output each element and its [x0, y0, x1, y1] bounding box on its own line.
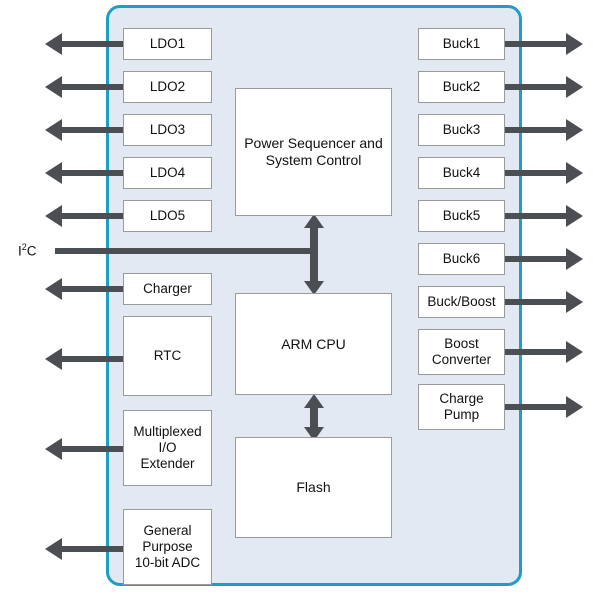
arrow-head-gp-adc — [45, 538, 62, 560]
arrow-head-buck3 — [566, 119, 583, 141]
arrow-shaft-buck5 — [504, 213, 566, 219]
arrow-head-ldo2 — [45, 76, 62, 98]
arrow-shaft-ldo1 — [62, 41, 124, 47]
block-ldo4-label: LDO4 — [149, 165, 186, 181]
arrow-shaft-ldo4 — [62, 170, 124, 176]
block-buck4[interactable]: Buck4 — [418, 157, 505, 189]
arrow-shaft-buck2 — [504, 84, 566, 90]
block-buck5[interactable]: Buck5 — [418, 200, 505, 232]
block-buck6[interactable]: Buck6 — [418, 243, 505, 275]
arrow-shaft-charger — [62, 286, 124, 292]
arrow-head-buck-boost — [566, 291, 583, 313]
block-rtc-label: RTC — [153, 348, 182, 364]
arrow-head-charge-pump — [566, 396, 583, 418]
arrow-head-buck2 — [566, 76, 583, 98]
arrow-head-buck5 — [566, 205, 583, 227]
arrow-shaft-buck3 — [504, 127, 566, 133]
arrow-head-ldo3 — [45, 119, 62, 141]
block-ldo1[interactable]: LDO1 — [123, 28, 212, 60]
i2c-label-suffix: C — [26, 243, 37, 259]
block-ldo3-label: LDO3 — [149, 122, 186, 138]
block-boost-converter[interactable]: Boost Converter — [418, 329, 505, 375]
arrow-head-charger — [45, 278, 62, 300]
arrow-shaft-mux-io-extender — [62, 446, 124, 452]
block-ldo2-label: LDO2 — [149, 79, 186, 95]
block-ldo1-label: LDO1 — [149, 36, 186, 52]
block-gp-adc[interactable]: General Purpose 10-bit ADC — [123, 509, 212, 585]
block-buck3[interactable]: Buck3 — [418, 114, 505, 146]
arrow-shaft-buck-boost — [504, 299, 566, 305]
arrow-head-buck4 — [566, 162, 583, 184]
arrow-shaft-gp-adc — [62, 546, 124, 552]
arrow-shaft-boost-converter — [504, 349, 566, 355]
arrow-shaft-ldo3 — [62, 127, 124, 133]
block-buck5-label: Buck5 — [442, 208, 481, 224]
block-boost-converter-label: Boost Converter — [431, 336, 492, 367]
arrow-head-buck6 — [566, 248, 583, 270]
block-buck-boost[interactable]: Buck/Boost — [418, 286, 505, 318]
block-ldo4[interactable]: LDO4 — [123, 157, 212, 189]
arrow-head-ldo1 — [45, 33, 62, 55]
arrow-head-seq-cpu-up — [304, 214, 324, 228]
block-buck1[interactable]: Buck1 — [418, 28, 505, 60]
block-buck2-label: Buck2 — [442, 79, 481, 95]
arrow-shaft-ldo2 — [62, 84, 124, 90]
i2c-label: I2C — [18, 242, 37, 259]
block-charge-pump[interactable]: Charge Pump — [418, 384, 505, 430]
block-buck3-label: Buck3 — [442, 122, 481, 138]
block-charger[interactable]: Charger — [123, 273, 212, 305]
arrow-head-cpu-flash-up — [304, 394, 324, 408]
arrow-shaft-buck4 — [504, 170, 566, 176]
arrow-head-boost-converter — [566, 341, 583, 363]
arrow-head-rtc — [45, 348, 62, 370]
block-buck6-label: Buck6 — [442, 251, 481, 267]
block-charger-label: Charger — [143, 281, 192, 297]
arrow-shaft-buck1 — [504, 41, 566, 47]
arrow-head-ldo4 — [45, 162, 62, 184]
block-buck1-label: Buck1 — [442, 36, 481, 52]
arrow-shaft-rtc — [62, 356, 124, 362]
block-power-sequencer-label: Power Sequencer and System Control — [244, 135, 383, 168]
block-ldo2[interactable]: LDO2 — [123, 71, 212, 103]
arrow-shaft-ldo5 — [62, 213, 124, 219]
block-flash-label: Flash — [296, 479, 331, 496]
block-arm-cpu-label: ARM CPU — [281, 335, 346, 352]
block-rtc[interactable]: RTC — [123, 316, 212, 396]
arrow-head-buck1 — [566, 33, 583, 55]
i2c-bus-line — [55, 248, 314, 254]
block-ldo5-label: LDO5 — [149, 208, 186, 224]
arrow-head-mux-io-extender — [45, 438, 62, 460]
arrow-head-ldo5 — [45, 205, 62, 227]
block-mux-io-extender-label: Multiplexed I/O Extender — [133, 424, 202, 471]
block-buck2[interactable]: Buck2 — [418, 71, 505, 103]
block-ldo5[interactable]: LDO5 — [123, 200, 212, 232]
block-charge-pump-label: Charge Pump — [439, 391, 484, 422]
block-flash[interactable]: Flash — [235, 437, 392, 538]
block-diagram-canvas: I2C LDO1 LDO2 LDO3 LDO4 LDO5 Charger RTC… — [0, 0, 600, 599]
block-gp-adc-label: General Purpose 10-bit ADC — [134, 523, 201, 570]
arrow-shaft-charge-pump — [504, 404, 566, 410]
block-ldo3[interactable]: LDO3 — [123, 114, 212, 146]
block-buck-boost-label: Buck/Boost — [427, 294, 496, 310]
block-power-sequencer[interactable]: Power Sequencer and System Control — [235, 88, 392, 216]
block-mux-io-extender[interactable]: Multiplexed I/O Extender — [123, 410, 212, 486]
block-arm-cpu[interactable]: ARM CPU — [235, 293, 392, 395]
block-buck4-label: Buck4 — [442, 165, 481, 181]
arrow-shaft-seq-cpu — [310, 224, 318, 286]
arrow-shaft-buck6 — [504, 256, 566, 262]
